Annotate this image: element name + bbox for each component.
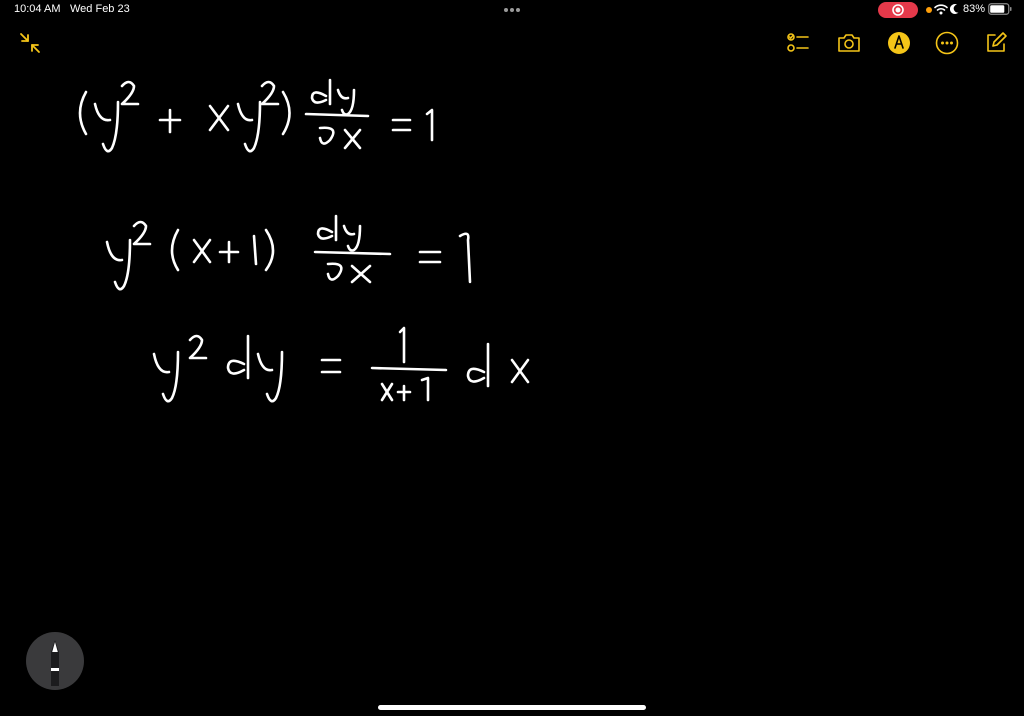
screen-recording-indicator[interactable] (878, 2, 918, 18)
wifi-icon (934, 4, 948, 15)
compose-button[interactable] (983, 30, 1009, 56)
camera-icon (838, 34, 860, 52)
compose-icon (987, 32, 1007, 52)
pencil-icon (51, 640, 59, 686)
checklist-icon (787, 33, 809, 52)
status-time: 10:04 AM (14, 3, 61, 15)
handwritten-line-3 (152, 326, 530, 403)
multitasking-dots-icon[interactable] (502, 4, 522, 16)
home-indicator[interactable] (378, 705, 646, 710)
mic-in-use-indicator (926, 7, 932, 13)
checklist-button[interactable] (785, 30, 811, 56)
markup-button[interactable] (886, 30, 912, 56)
status-date: Wed Feb 23 (70, 3, 130, 15)
pencil-tool-button[interactable] (26, 632, 84, 690)
do-not-disturb-moon-icon (950, 4, 959, 15)
status-bar: 10:04 AM Wed Feb 23 83% (0, 0, 1024, 22)
battery-percent: 83% (963, 3, 986, 15)
more-icon (935, 31, 959, 55)
battery-icon (988, 3, 1012, 15)
more-options-button[interactable] (934, 30, 960, 56)
record-icon (892, 4, 904, 16)
handwritten-line-2 (105, 214, 472, 291)
markup-pen-icon (888, 32, 910, 54)
collapse-button[interactable] (17, 30, 43, 56)
drawing-canvas[interactable] (0, 60, 1024, 700)
collapse-arrows-icon (20, 33, 40, 53)
handwritten-line-1 (78, 78, 434, 153)
camera-button[interactable] (836, 30, 862, 56)
